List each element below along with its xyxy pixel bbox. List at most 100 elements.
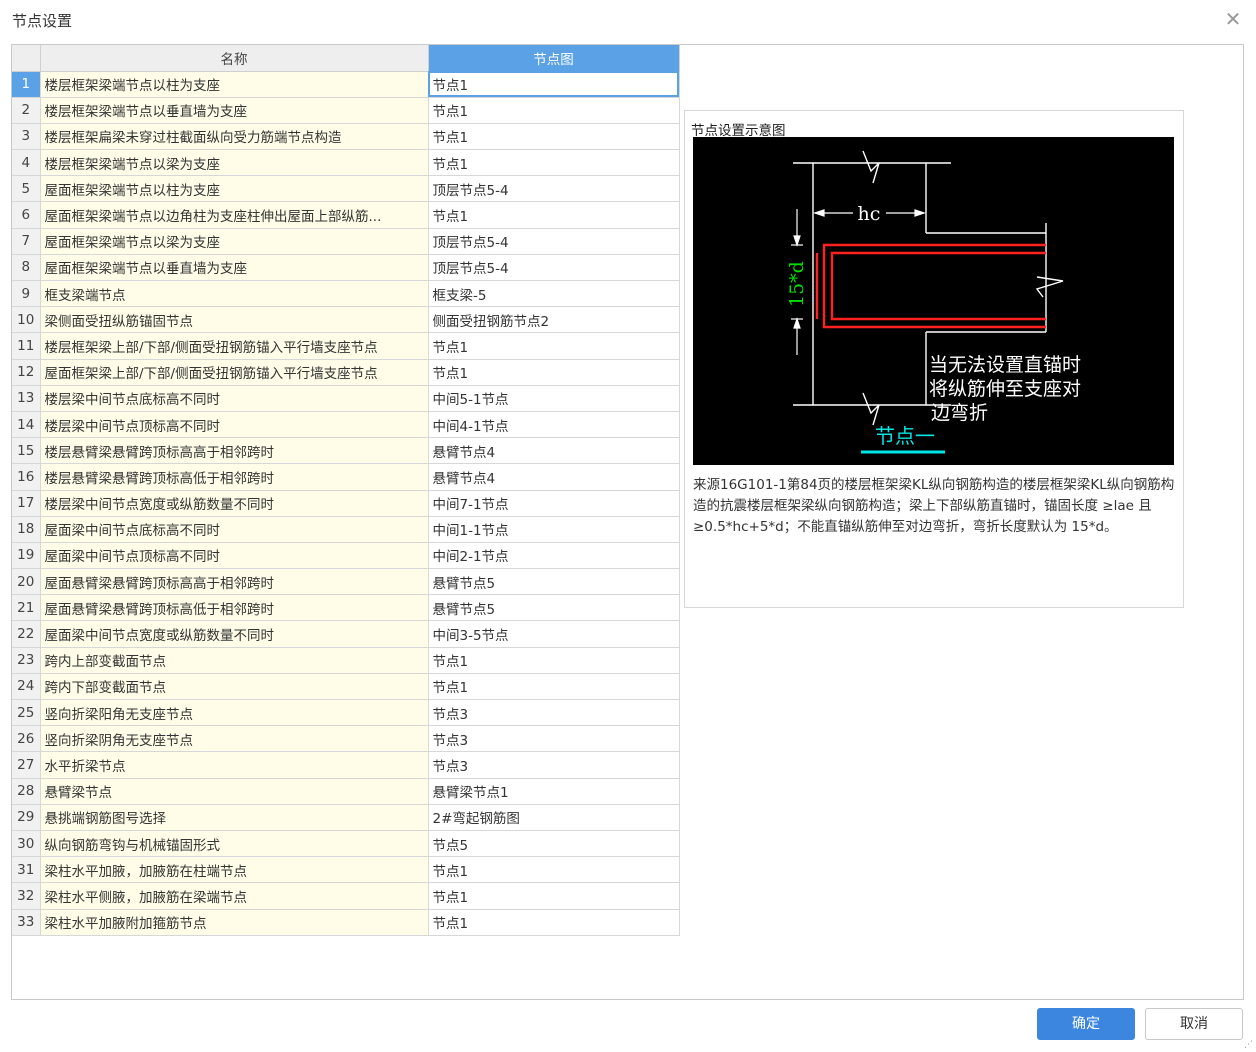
table-row[interactable]: 26 竖向折梁阴角无支座节点 节点3	[12, 725, 680, 753]
row-number: 17	[12, 490, 41, 517]
row-node-value[interactable]: 节点1	[428, 97, 680, 124]
table-row[interactable]: 18 屋面梁中间节点底标高不同时 中间1-1节点	[12, 516, 680, 543]
table-row[interactable]: 32 梁柱水平侧腋，加腋筋在梁端节点 节点1	[12, 882, 680, 910]
row-node-value[interactable]: 中间5-1节点	[428, 385, 680, 412]
row-node-value[interactable]: 节点1	[428, 123, 680, 151]
row-node-value[interactable]: 中间1-1节点	[428, 516, 680, 543]
row-node-value[interactable]: 框支梁-5	[428, 280, 680, 308]
row-node-value[interactable]: 中间7-1节点	[428, 490, 680, 517]
table-row[interactable]: 7 屋面框架梁端节点以梁为支座 顶层节点5-4	[12, 228, 680, 255]
row-node-value[interactable]: 节点1	[428, 359, 680, 386]
table-body: 1 楼层框架梁端节点以柱为支座 节点1 2 楼层框架梁端节点以垂直墙为支座 节点1 3 楼层框…	[12, 71, 680, 936]
table-row[interactable]: 33 梁柱水平加腋附加箍筋节点 节点1	[12, 909, 680, 936]
row-node-value[interactable]: 节点3	[428, 699, 680, 727]
ok-button[interactable]: 确定	[1037, 1008, 1135, 1040]
row-name: 跨内上部变截面节点	[40, 647, 429, 674]
row-node-value[interactable]: 2#弯起钢筋图	[428, 804, 680, 831]
row-node-value[interactable]: 节点1	[428, 71, 680, 98]
row-node-value[interactable]: 悬臂节点4	[428, 437, 680, 465]
row-number: 21	[12, 594, 41, 622]
row-number: 31	[12, 856, 41, 884]
table-row[interactable]: 31 梁柱水平加腋，加腋筋在柱端节点 节点1	[12, 856, 680, 884]
table-row[interactable]: 27 水平折梁节点 节点3	[12, 751, 680, 779]
table-row[interactable]: 29 悬挑端钢筋图号选择 2#弯起钢筋图	[12, 804, 680, 831]
table-row[interactable]: 22 屋面梁中间节点宽度或纵筋数量不同时 中间3-5节点	[12, 620, 680, 648]
hc-label: hc	[858, 203, 881, 225]
node-settings-dialog: 节点设置 ✕ 名称 节点图 1 楼层框架梁端节点以柱为支座 节点1 2 楼层框架梁端节点…	[0, 0, 1256, 1052]
row-name: 水平折梁节点	[40, 751, 429, 779]
table-row[interactable]: 8 屋面框架梁端节点以垂直墙为支座 顶层节点5-4	[12, 254, 680, 282]
row-number: 9	[12, 280, 41, 308]
dialog-title: 节点设置	[12, 12, 73, 30]
table-row[interactable]: 20 屋面悬臂梁悬臂跨顶标高高于相邻跨时 悬臂节点5	[12, 568, 680, 596]
row-node-value[interactable]: 节点1	[428, 332, 680, 360]
row-node-value[interactable]: 节点5	[428, 830, 680, 858]
row-node-value[interactable]: 节点3	[428, 751, 680, 779]
row-number: 3	[12, 123, 41, 151]
table-row[interactable]: 21 屋面悬臂梁悬臂跨顶标高低于相邻跨时 悬臂节点5	[12, 594, 680, 622]
row-number: 26	[12, 725, 41, 753]
node-column-header[interactable]: 节点图	[428, 45, 680, 72]
row-name: 屋面悬臂梁悬臂跨顶标高高于相邻跨时	[40, 568, 429, 596]
row-name: 竖向折梁阴角无支座节点	[40, 725, 429, 753]
row-number: 29	[12, 804, 41, 831]
table-row[interactable]: 23 跨内上部变截面节点 节点1	[12, 647, 680, 674]
row-node-value[interactable]: 节点1	[428, 201, 680, 229]
row-node-value[interactable]: 中间4-1节点	[428, 411, 680, 439]
row-number: 1	[12, 71, 41, 98]
table-row[interactable]: 6 屋面框架梁端节点以边角柱为支座柱伸出屋面上部纵筋... 节点1	[12, 201, 680, 229]
table-row[interactable]: 3 楼层框架扁梁未穿过柱截面纵向受力筋端节点构造 节点1	[12, 123, 680, 151]
row-node-value[interactable]: 节点1	[428, 909, 680, 936]
close-icon[interactable]: ✕	[1222, 8, 1244, 30]
table-row[interactable]: 30 纵向钢筋弯钩与机械锚固形式 节点5	[12, 830, 680, 858]
row-node-value[interactable]: 节点1	[428, 673, 680, 701]
table-row[interactable]: 24 跨内下部变截面节点 节点1	[12, 673, 680, 701]
row-node-value[interactable]: 顶层节点5-4	[428, 175, 680, 203]
main-panel: 名称 节点图 1 楼层框架梁端节点以柱为支座 节点1 2 楼层框架梁端节点以垂直墙为支座…	[11, 44, 1244, 1000]
row-name: 框支梁端节点	[40, 280, 429, 308]
table-row[interactable]: 2 楼层框架梁端节点以垂直墙为支座 节点1	[12, 97, 680, 124]
row-node-value[interactable]: 节点1	[428, 882, 680, 910]
row-name: 屋面框架梁端节点以边角柱为支座柱伸出屋面上部纵筋...	[40, 201, 429, 229]
table-row[interactable]: 17 楼层梁中间节点宽度或纵筋数量不同时 中间7-1节点	[12, 490, 680, 517]
row-number-header	[12, 45, 41, 72]
row-node-value[interactable]: 顶层节点5-4	[428, 254, 680, 282]
row-node-value[interactable]: 中间2-1节点	[428, 542, 680, 570]
resize-grip-icon[interactable]: ⋰	[1244, 1040, 1254, 1050]
cancel-button[interactable]: 取消	[1145, 1008, 1243, 1040]
row-node-value[interactable]: 悬臂节点4	[428, 463, 680, 491]
table-row[interactable]: 4 楼层框架梁端节点以梁为支座 节点1	[12, 149, 680, 177]
row-node-value[interactable]: 悬臂节点5	[428, 568, 680, 596]
row-node-value[interactable]: 节点3	[428, 725, 680, 753]
table-row[interactable]: 5 屋面框架梁端节点以柱为支座 顶层节点5-4	[12, 175, 680, 203]
row-name: 悬挑端钢筋图号选择	[40, 804, 429, 831]
table-row[interactable]: 25 竖向折梁阳角无支座节点 节点3	[12, 699, 680, 727]
row-name: 梁柱水平加腋附加箍筋节点	[40, 909, 429, 936]
row-number: 16	[12, 463, 41, 491]
table-row[interactable]: 28 悬臂梁节点 悬臂梁节点1	[12, 778, 680, 805]
row-number: 19	[12, 542, 41, 570]
title-bar: 节点设置 ✕	[0, 0, 1256, 40]
row-node-value[interactable]: 节点1	[428, 856, 680, 884]
table-row[interactable]: 19 屋面梁中间节点顶标高不同时 中间2-1节点	[12, 542, 680, 570]
table-row[interactable]: 15 楼层悬臂梁悬臂跨顶标高高于相邻跨时 悬臂节点4	[12, 437, 680, 465]
row-node-value[interactable]: 节点1	[428, 647, 680, 674]
row-node-value[interactable]: 节点1	[428, 149, 680, 177]
name-column-header[interactable]: 名称	[40, 45, 429, 72]
row-node-value[interactable]: 中间3-5节点	[428, 620, 680, 648]
table-row[interactable]: 12 屋面框架梁上部/下部/侧面受扭钢筋锚入平行墙支座节点 节点1	[12, 359, 680, 386]
table-row[interactable]: 1 楼层框架梁端节点以柱为支座 节点1	[12, 71, 680, 98]
table-row[interactable]: 11 楼层框架梁上部/下部/侧面受扭钢筋锚入平行墙支座节点 节点1	[12, 332, 680, 360]
row-number: 7	[12, 228, 41, 255]
row-node-value[interactable]: 悬臂梁节点1	[428, 778, 680, 805]
row-number: 32	[12, 882, 41, 910]
table-row[interactable]: 14 楼层梁中间节点顶标高不同时 中间4-1节点	[12, 411, 680, 439]
row-node-value[interactable]: 悬臂节点5	[428, 594, 680, 622]
table-row[interactable]: 16 楼层悬臂梁悬臂跨顶标高低于相邻跨时 悬臂节点4	[12, 463, 680, 491]
row-node-value[interactable]: 侧面受扭钢筋节点2	[428, 306, 680, 334]
table-row[interactable]: 10 梁侧面受扭纵筋锚固节点 侧面受扭钢筋节点2	[12, 306, 680, 334]
row-node-value[interactable]: 顶层节点5-4	[428, 228, 680, 255]
node-diagram: hc 15*d 当无法设置直锚时 将纵筋伸至支座对 边弯折 节点一	[693, 137, 1174, 465]
table-row[interactable]: 9 框支梁端节点 框支梁-5	[12, 280, 680, 308]
table-row[interactable]: 13 楼层梁中间节点底标高不同时 中间5-1节点	[12, 385, 680, 412]
